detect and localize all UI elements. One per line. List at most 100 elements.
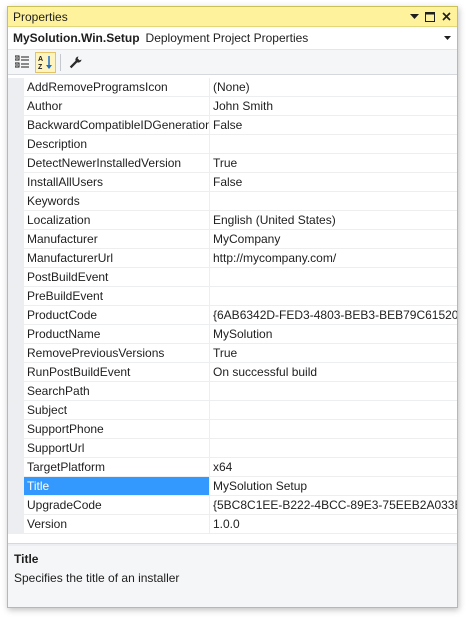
- property-row[interactable]: PostBuildEvent: [8, 268, 457, 287]
- property-value[interactable]: On successful build: [210, 363, 457, 381]
- property-name[interactable]: DetectNewerInstalledVersion: [24, 154, 210, 172]
- property-value[interactable]: True: [210, 154, 457, 172]
- property-row[interactable]: Keywords: [8, 192, 457, 211]
- property-row[interactable]: SupportPhone: [8, 420, 457, 439]
- row-margin: [8, 173, 24, 191]
- property-row[interactable]: Description: [8, 135, 457, 154]
- property-name[interactable]: Keywords: [24, 192, 210, 210]
- property-row[interactable]: SupportUrl: [8, 439, 457, 458]
- property-name[interactable]: SearchPath: [24, 382, 210, 400]
- property-pages-button[interactable]: [65, 52, 86, 73]
- row-margin: [8, 344, 24, 362]
- row-margin: [8, 230, 24, 248]
- property-row[interactable]: RemovePreviousVersions True: [8, 344, 457, 363]
- property-row[interactable]: Subject: [8, 401, 457, 420]
- window-position-icon[interactable]: [407, 10, 421, 24]
- object-selector[interactable]: MySolution.Win.Setup Deployment Project …: [8, 27, 457, 50]
- property-name[interactable]: UpgradeCode: [24, 496, 210, 514]
- property-value[interactable]: [210, 420, 457, 438]
- property-name[interactable]: Version: [24, 515, 210, 533]
- property-row[interactable]: Localization English (United States): [8, 211, 457, 230]
- property-name[interactable]: ManufacturerUrl: [24, 249, 210, 267]
- alphabetical-button[interactable]: A Z: [35, 51, 56, 73]
- property-name[interactable]: Author: [24, 97, 210, 115]
- window-titlebar[interactable]: Properties: [8, 7, 457, 27]
- row-margin: [8, 249, 24, 267]
- row-margin: [8, 135, 24, 153]
- property-row[interactable]: BackwardCompatibleIDGeneration False: [8, 116, 457, 135]
- property-value[interactable]: MySolution: [210, 325, 457, 343]
- property-name[interactable]: AddRemoveProgramsIcon: [24, 78, 210, 96]
- row-margin: [8, 192, 24, 210]
- property-name[interactable]: Manufacturer: [24, 230, 210, 248]
- property-value[interactable]: MySolution Setup: [210, 477, 457, 495]
- property-row[interactable]: ManufacturerUrl http://mycompany.com/: [8, 249, 457, 268]
- row-margin: [8, 401, 24, 419]
- property-row[interactable]: UpgradeCode {5BC8C1EE-B222-4BCC-89E3-75EE…: [8, 496, 457, 515]
- property-row[interactable]: DetectNewerInstalledVersion True: [8, 154, 457, 173]
- categorized-button[interactable]: [12, 52, 33, 73]
- property-value[interactable]: True: [210, 344, 457, 362]
- row-margin: [8, 78, 24, 96]
- property-value[interactable]: x64: [210, 458, 457, 476]
- property-value[interactable]: False: [210, 173, 457, 191]
- property-value[interactable]: John Smith: [210, 97, 457, 115]
- close-icon[interactable]: [439, 10, 453, 24]
- property-value[interactable]: English (United States): [210, 211, 457, 229]
- property-value[interactable]: [210, 287, 457, 305]
- categorized-icon: [15, 55, 29, 68]
- row-margin: [8, 97, 24, 115]
- row-margin: [8, 439, 24, 457]
- property-value[interactable]: http://mycompany.com/: [210, 249, 457, 267]
- property-value[interactable]: {5BC8C1EE-B222-4BCC-89E3-75EEB2A033B7}: [210, 496, 457, 514]
- row-margin: [8, 496, 24, 514]
- property-row[interactable]: Version 1.0.0: [8, 515, 457, 534]
- property-row[interactable]: Title MySolution Setup: [8, 477, 457, 496]
- property-name[interactable]: Description: [24, 135, 210, 153]
- property-row[interactable]: ProductCode {6AB6342D-FED3-4803-BEB3-BEB7…: [8, 306, 457, 325]
- property-name[interactable]: ProductName: [24, 325, 210, 343]
- property-row[interactable]: ProductName MySolution: [8, 325, 457, 344]
- row-margin: [8, 268, 24, 286]
- property-value[interactable]: [210, 382, 457, 400]
- properties-window: Properties MySolution.Win.Setup Deployme…: [7, 6, 458, 608]
- property-row[interactable]: InstallAllUsers False: [8, 173, 457, 192]
- property-row[interactable]: Author John Smith: [8, 97, 457, 116]
- property-value[interactable]: MyCompany: [210, 230, 457, 248]
- property-value[interactable]: 1.0.0: [210, 515, 457, 533]
- property-value[interactable]: (None): [210, 78, 457, 96]
- property-name[interactable]: TargetPlatform: [24, 458, 210, 476]
- property-name[interactable]: BackwardCompatibleIDGeneration: [24, 116, 210, 134]
- maximize-icon[interactable]: [423, 10, 437, 24]
- property-value[interactable]: {6AB6342D-FED3-4803-BEB3-BEB79C615208}: [210, 306, 457, 324]
- property-name[interactable]: PostBuildEvent: [24, 268, 210, 286]
- row-margin: [8, 363, 24, 381]
- property-row[interactable]: AddRemoveProgramsIcon (None): [8, 78, 457, 97]
- property-row[interactable]: TargetPlatform x64: [8, 458, 457, 477]
- property-value[interactable]: [210, 401, 457, 419]
- property-name[interactable]: RunPostBuildEvent: [24, 363, 210, 381]
- property-name[interactable]: RemovePreviousVersions: [24, 344, 210, 362]
- property-row[interactable]: SearchPath: [8, 382, 457, 401]
- property-name[interactable]: Localization: [24, 211, 210, 229]
- property-pages-icon: [69, 56, 82, 68]
- property-row[interactable]: Manufacturer MyCompany: [8, 230, 457, 249]
- property-name[interactable]: SupportPhone: [24, 420, 210, 438]
- property-value[interactable]: [210, 439, 457, 457]
- property-value[interactable]: False: [210, 116, 457, 134]
- properties-toolbar: A Z: [8, 50, 457, 75]
- property-value[interactable]: [210, 192, 457, 210]
- property-row[interactable]: RunPostBuildEvent On successful build: [8, 363, 457, 382]
- property-name[interactable]: SupportUrl: [24, 439, 210, 457]
- property-name[interactable]: Title: [24, 477, 210, 495]
- property-value[interactable]: [210, 135, 457, 153]
- chevron-down-icon[interactable]: [442, 33, 452, 43]
- property-row[interactable]: PreBuildEvent: [8, 287, 457, 306]
- property-name[interactable]: Subject: [24, 401, 210, 419]
- row-margin: [8, 420, 24, 438]
- property-name[interactable]: ProductCode: [24, 306, 210, 324]
- property-name[interactable]: InstallAllUsers: [24, 173, 210, 191]
- property-name[interactable]: PreBuildEvent: [24, 287, 210, 305]
- property-value[interactable]: [210, 268, 457, 286]
- row-margin: [8, 287, 24, 305]
